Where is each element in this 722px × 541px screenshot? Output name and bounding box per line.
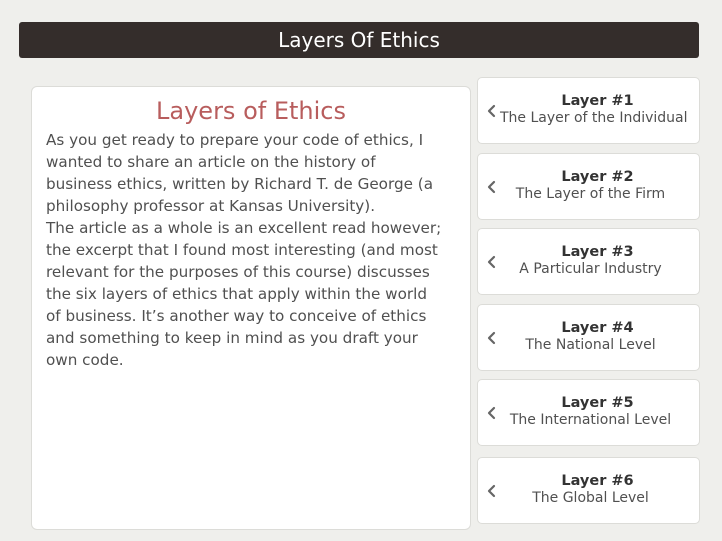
layer-text: Layer #3 A Particular Industry (500, 244, 681, 278)
layer-title: Layer #1 (561, 93, 634, 109)
chevron-left-icon (487, 331, 496, 344)
chevron-left-icon (487, 104, 496, 117)
layer-subtitle: A Particular Industry (519, 261, 662, 277)
layer-subtitle: The Layer of the Firm (515, 186, 666, 202)
chevron-left-icon (487, 255, 496, 268)
chevron-left-icon (487, 180, 496, 193)
layer-text: Layer #4 The National Level (500, 320, 681, 354)
layer-card-5[interactable]: Layer #5 The International Level (477, 379, 700, 446)
layer-card-6[interactable]: Layer #6 The Global Level (477, 457, 700, 524)
chevron-left-icon (487, 484, 496, 497)
layer-subtitle: The Layer of the Individual (500, 110, 688, 126)
layer-title: Layer #5 (561, 395, 634, 411)
layer-card-2[interactable]: Layer #2 The Layer of the Firm (477, 153, 700, 220)
page-title: Layers Of Ethics (278, 28, 440, 52)
layer-subtitle: The International Level (509, 412, 672, 428)
layer-title: Layer #6 (561, 473, 634, 489)
layer-text: Layer #6 The Global Level (500, 473, 681, 507)
layer-subtitle: The Global Level (532, 490, 649, 506)
chevron-left-icon (487, 406, 496, 419)
layer-subtitle: The National Level (525, 337, 656, 353)
content-panel: Layers of Ethics As you get ready to pre… (31, 86, 471, 530)
layer-card-3[interactable]: Layer #3 A Particular Industry (477, 228, 700, 295)
layer-title: Layer #2 (561, 169, 634, 185)
layer-text: Layer #5 The International Level (500, 395, 681, 429)
layer-card-1[interactable]: Layer #1 The Layer of the Individual (477, 77, 700, 144)
layer-card-4[interactable]: Layer #4 The National Level (477, 304, 700, 371)
content-heading: Layers of Ethics (156, 97, 346, 125)
title-bar: Layers Of Ethics (19, 22, 699, 58)
layer-text: Layer #2 The Layer of the Firm (500, 169, 681, 203)
layer-title: Layer #3 (561, 244, 634, 260)
layer-title: Layer #4 (561, 320, 634, 336)
content-body: As you get ready to prepare your code of… (46, 131, 442, 369)
layer-text: Layer #1 The Layer of the Individual (500, 93, 688, 127)
